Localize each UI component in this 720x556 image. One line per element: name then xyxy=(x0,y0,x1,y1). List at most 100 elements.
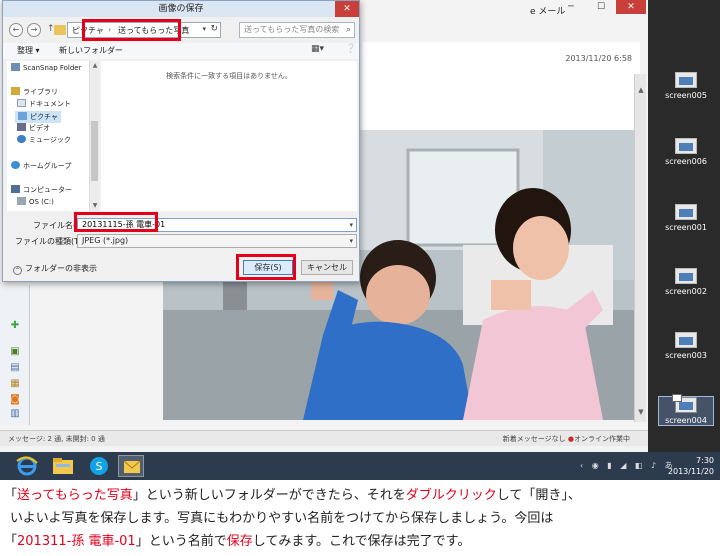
chevron-down-icon[interactable]: ▾ xyxy=(349,235,353,247)
filename-fields: ファイル名(N): 20131115-孫 電車-01 ▾ ファイルの種類(T): … xyxy=(3,213,359,249)
navigation-pane: ScanSnap Folder ライブラリ ドキュメント ピクチャ ビデオ ミュ… xyxy=(7,61,99,211)
back-arrow-icon[interactable]: ← xyxy=(9,23,23,37)
organize-button[interactable]: 整理 ▾ xyxy=(17,45,40,56)
caption-line-2: いよいよ写真を保存します。写真にもわかりやすい名前をつけてから保存しましょう。今… xyxy=(10,511,554,526)
nav-item-pictures[interactable]: ピクチャ xyxy=(15,111,61,123)
filetype-select[interactable]: JPEG (*.jpg) ▾ xyxy=(77,234,357,248)
mail-folder-icon[interactable]: ▣ xyxy=(9,347,21,357)
chevron-down-icon[interactable]: ▾ xyxy=(202,25,206,33)
search-icon: ⌕ xyxy=(345,25,351,35)
desktop-icon-label: screen003 xyxy=(665,351,707,360)
desktop-icon-screen003[interactable]: screen003 xyxy=(658,332,714,360)
document-icon xyxy=(17,99,26,107)
nav-item-homegroup[interactable]: ホームグループ xyxy=(11,161,71,171)
status-online: オンライン作業中 xyxy=(574,435,630,443)
desktop-icon-screen004[interactable]: screen004 xyxy=(658,394,714,426)
nav-item-documents[interactable]: ドキュメント xyxy=(17,99,71,109)
contacts-icon[interactable]: ▤ xyxy=(9,363,21,373)
file-explorer-icon[interactable] xyxy=(50,455,76,477)
caption-highlight: 201311-孫 電車-01 xyxy=(17,534,136,549)
hide-folders-label: フォルダーの非表示 xyxy=(25,264,97,273)
desktop-icon-label: screen005 xyxy=(665,91,707,100)
library-icon xyxy=(11,87,20,95)
forward-arrow-icon[interactable]: → xyxy=(27,23,41,37)
desktop-icon-screen005[interactable]: screen005 xyxy=(658,72,714,100)
caption-text: 」という新しいフォルダーができたら、それを xyxy=(132,488,406,503)
status-new-messages: 新着メッセージなし xyxy=(502,435,566,443)
minimize-button[interactable]: ─ xyxy=(556,0,586,14)
image-file-icon xyxy=(675,268,697,284)
navigation-scrollbar[interactable]: ▲ ▼ xyxy=(89,61,99,211)
filetype-label: ファイルの種類(T): xyxy=(15,237,85,246)
caption-text: 」という名前で xyxy=(135,534,227,549)
help-icon[interactable]: ❔ xyxy=(345,44,356,54)
message-scrollbar[interactable]: ▲ ▼ xyxy=(634,74,646,422)
message-date: 2013/11/20 6:58 xyxy=(565,54,632,63)
scroll-down-icon[interactable]: ▼ xyxy=(91,202,99,209)
desktop-icon-screen001[interactable]: screen001 xyxy=(658,204,714,232)
dialog-close-button[interactable]: ✕ xyxy=(335,1,359,17)
image-file-icon xyxy=(675,204,697,220)
nav-item-computer[interactable]: コンピューター xyxy=(11,185,72,195)
view-options-icon[interactable]: ▦▾ xyxy=(311,44,324,54)
file-list-pane[interactable]: 検索条件に一致する項目はありません。 xyxy=(101,61,357,211)
scrollbar-thumb[interactable] xyxy=(91,121,98,181)
nav-item-videos[interactable]: ビデオ xyxy=(17,123,50,133)
rss-icon[interactable]: ◙ xyxy=(9,395,21,405)
desktop-icon-label: screen002 xyxy=(665,287,707,296)
caption-line-3: 「201311-孫 電車-01」という名前で保存してみます。これで保存は完了です… xyxy=(4,530,716,553)
internet-explorer-icon[interactable] xyxy=(14,455,40,477)
save-image-dialog: 画像の保存 ✕ ← → ↑ ピクチャ › 送ってもらった写真 ▾ ↻ 送ってもら… xyxy=(2,0,360,282)
instruction-caption: 「送ってもらった写真」という新しいフォルダーができたら、それをダブルクリックして… xyxy=(4,484,716,553)
nav-item-drive-c[interactable]: OS (C:) xyxy=(17,197,54,206)
clock-date: 2013/11/20 xyxy=(667,467,714,476)
desktop-icon-screen002[interactable]: screen002 xyxy=(658,268,714,296)
nav-item-music[interactable]: ミュージック xyxy=(17,135,71,145)
homegroup-icon xyxy=(11,161,20,169)
close-button[interactable]: ✕ xyxy=(616,0,646,14)
scroll-up-icon[interactable]: ▲ xyxy=(637,86,645,94)
nav-item-label: OS (C:) xyxy=(29,198,54,206)
skype-icon[interactable]: S xyxy=(86,455,112,477)
caption-line-1: 「送ってもらった写真」という新しいフォルダーができたら、それをダブルクリックして… xyxy=(4,484,716,507)
caption-text: して「開き」、 xyxy=(496,488,581,503)
nav-item-library[interactable]: ライブラリ xyxy=(11,87,58,97)
cancel-button[interactable]: キャンセル xyxy=(301,260,353,275)
notes-icon[interactable]: ▥ xyxy=(9,409,21,419)
taskbar-clock[interactable]: 7:30 2013/11/20 xyxy=(654,455,714,477)
message-header: 2013/11/20 6:58 xyxy=(362,42,640,132)
nav-item-label: ミュージック xyxy=(29,136,71,144)
refresh-icon[interactable]: ↻ xyxy=(210,24,218,34)
mail-sidebar: ✚ ▣ ▤ ▦ ◙ ▥ xyxy=(0,285,30,425)
nav-item-label: コンピューター xyxy=(23,186,72,194)
image-file-icon xyxy=(675,332,697,348)
desktop-icon-label: screen001 xyxy=(665,223,707,232)
caption-text: 「 xyxy=(4,488,18,503)
highlight-save-button xyxy=(236,254,296,280)
scroll-down-icon[interactable]: ▼ xyxy=(637,408,645,416)
nav-item-label: ピクチャ xyxy=(30,113,58,121)
taskbar: S ‹ ◉ ▮ ◢ ◧ ♪ あ 7:30 2013/11/20 xyxy=(0,452,720,480)
caption-highlight: 送ってもらった写真 xyxy=(17,488,133,503)
hide-folders-toggle[interactable]: ⌃ フォルダーの非表示 xyxy=(13,263,97,275)
calendar-icon[interactable]: ▦ xyxy=(9,379,21,389)
desktop-icon-screen006[interactable]: screen006 xyxy=(658,138,714,166)
address-bar-row: ← → ↑ ピクチャ › 送ってもらった写真 ▾ ↻ 送ってもらった写真の検索 ⌕ xyxy=(3,19,359,41)
maximize-button[interactable]: ☐ xyxy=(586,0,616,14)
chevron-down-icon[interactable]: ▾ xyxy=(349,219,353,231)
scanner-icon xyxy=(11,63,20,71)
scroll-up-icon[interactable]: ▲ xyxy=(91,62,99,69)
chevron-up-icon: ⌃ xyxy=(13,266,22,275)
add-icon[interactable]: ✚ xyxy=(9,321,21,331)
new-folder-button[interactable]: 新しいフォルダー xyxy=(59,45,123,56)
search-input[interactable]: 送ってもらった写真の検索 ⌕ xyxy=(239,22,355,38)
mail-app-icon[interactable] xyxy=(118,455,144,477)
desktop-icon-label: screen006 xyxy=(665,157,707,166)
caption-highlight: ダブルクリック xyxy=(405,488,497,503)
dialog-toolbar: 整理 ▾ 新しいフォルダー ▦▾ ❔ xyxy=(3,43,359,59)
nav-item-scansnap[interactable]: ScanSnap Folder xyxy=(11,63,82,72)
computer-icon xyxy=(11,185,20,193)
search-placeholder: 送ってもらった写真の検索 xyxy=(244,25,340,34)
video-icon xyxy=(17,123,26,131)
status-bar: メッセージ: 2 通, 未開封: 0 通 新着メッセージなし ●オンライン作業中 xyxy=(0,430,648,446)
